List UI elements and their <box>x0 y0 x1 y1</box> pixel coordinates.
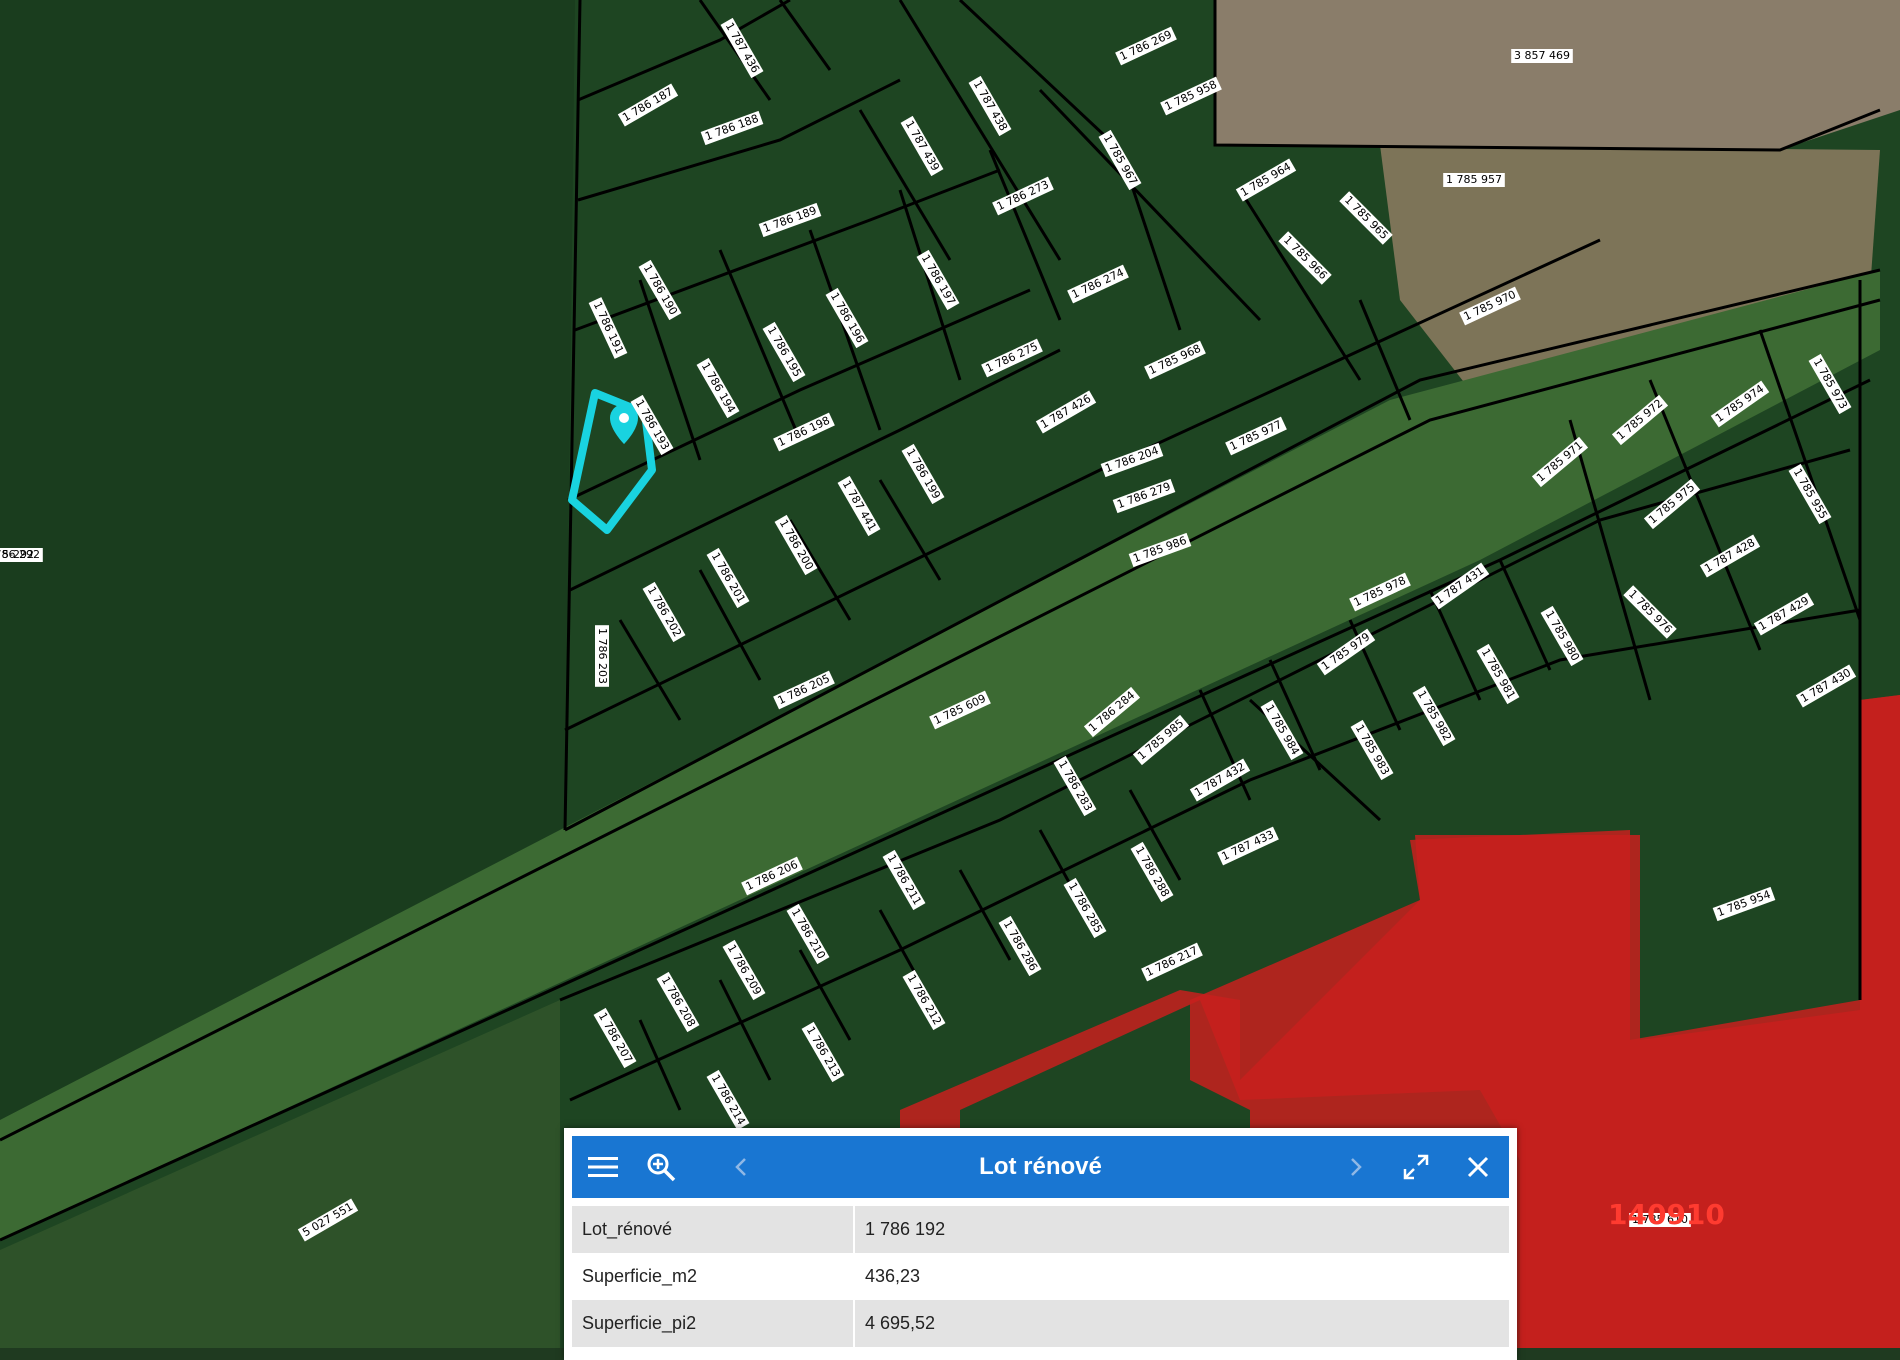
table-row: Lot_rénové 1 786 192 <box>572 1206 1509 1253</box>
attribute-key: Superficie_pi2 <box>572 1300 855 1347</box>
lot-label: 1 786 203 <box>595 625 609 687</box>
attribute-value: 436,23 <box>865 1266 921 1286</box>
lot-label-text: 1 785 957 <box>1446 173 1502 186</box>
attribute-key: Superficie_m2 <box>572 1253 855 1300</box>
field-top <box>1215 0 1900 150</box>
zoom-to-button[interactable] <box>642 1148 680 1186</box>
info-popup: Lot rénové Lot_rénové 1 786 192 Superfic… <box>564 1128 1517 1360</box>
lot-label: 1 785 957 <box>1443 173 1505 187</box>
lot-label-text: 3 857 469 <box>1514 49 1570 62</box>
zoom-in-icon <box>647 1153 676 1182</box>
edge-lot-label: 5-292 <box>2 548 34 561</box>
lot-label: 3 857 469 <box>1511 49 1573 63</box>
menu-button[interactable] <box>584 1148 622 1186</box>
chevron-right-icon <box>1351 1158 1362 1176</box>
zone-label: 140910 <box>1608 1198 1725 1231</box>
expand-icon <box>1403 1154 1429 1180</box>
attribute-key: Lot_rénové <box>572 1206 855 1253</box>
menu-icon <box>588 1157 618 1177</box>
attribute-table: Lot_rénové 1 786 192 Superficie_m2 436,2… <box>572 1206 1509 1347</box>
table-row: Superficie_m2 436,23 <box>572 1253 1509 1300</box>
popup-title: Lot rénové <box>979 1153 1102 1180</box>
attribute-value: 4 695,52 <box>865 1313 936 1333</box>
attribute-value: 1 786 192 <box>865 1219 946 1239</box>
next-button[interactable] <box>1337 1148 1375 1186</box>
close-icon <box>1467 1156 1489 1178</box>
maximize-button[interactable] <box>1397 1148 1435 1186</box>
popup-header: Lot rénové <box>572 1136 1509 1198</box>
table-row: Superficie_pi2 4 695,52 <box>572 1300 1509 1347</box>
close-button[interactable] <box>1459 1148 1497 1186</box>
lot-label-text: 1 786 203 <box>596 628 609 684</box>
